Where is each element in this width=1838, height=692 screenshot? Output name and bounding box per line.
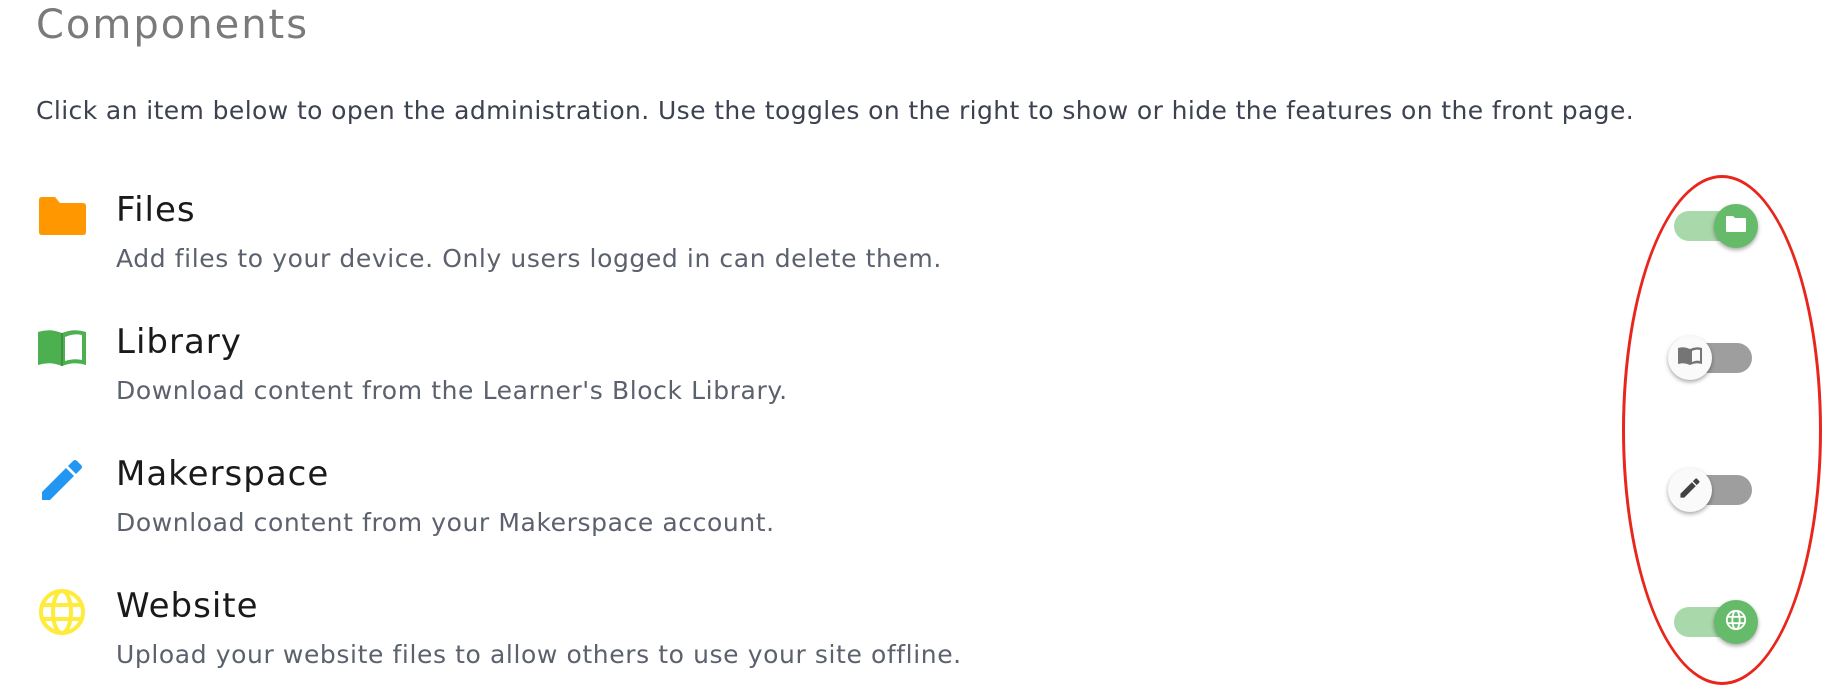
- component-name[interactable]: Makerspace: [116, 454, 329, 494]
- book-icon: [36, 322, 88, 374]
- component-name[interactable]: Files: [116, 190, 196, 230]
- component-row-website[interactable]: Website Upload your website files to all…: [0, 586, 1838, 692]
- intro-text: Click an item below to open the administ…: [36, 96, 1635, 125]
- globe-icon: [1725, 609, 1747, 635]
- pencil-icon: [36, 454, 88, 506]
- component-description: Download content from your Makerspace ac…: [116, 508, 775, 537]
- folder-icon: [1725, 215, 1747, 237]
- component-name[interactable]: Website: [116, 586, 259, 626]
- toggle-knob[interactable]: [1714, 204, 1758, 248]
- component-description: Upload your website files to allow other…: [116, 640, 962, 669]
- toggle-knob[interactable]: [1714, 600, 1758, 644]
- toggle-knob[interactable]: [1668, 336, 1712, 380]
- globe-icon: [36, 586, 88, 638]
- component-description: Add files to your device. Only users log…: [116, 244, 942, 273]
- components-list: Files Add files to your device. Only use…: [0, 190, 1838, 692]
- toggle-website[interactable]: [1668, 600, 1758, 644]
- components-page: Components Click an item below to open t…: [0, 0, 1838, 692]
- book-icon: [1677, 346, 1703, 370]
- component-row-files[interactable]: Files Add files to your device. Only use…: [0, 190, 1838, 322]
- component-row-library[interactable]: Library Download content from the Learne…: [0, 322, 1838, 454]
- toggle-files[interactable]: [1668, 204, 1758, 248]
- toggle-knob[interactable]: [1668, 468, 1712, 512]
- component-name[interactable]: Library: [116, 322, 242, 362]
- toggle-library[interactable]: [1668, 336, 1758, 380]
- folder-icon: [36, 190, 88, 242]
- component-description: Download content from the Learner's Bloc…: [116, 376, 788, 405]
- pencil-icon: [1679, 477, 1701, 503]
- component-row-makerspace[interactable]: Makerspace Download content from your Ma…: [0, 454, 1838, 586]
- page-title: Components: [36, 2, 310, 48]
- toggle-makerspace[interactable]: [1668, 468, 1758, 512]
